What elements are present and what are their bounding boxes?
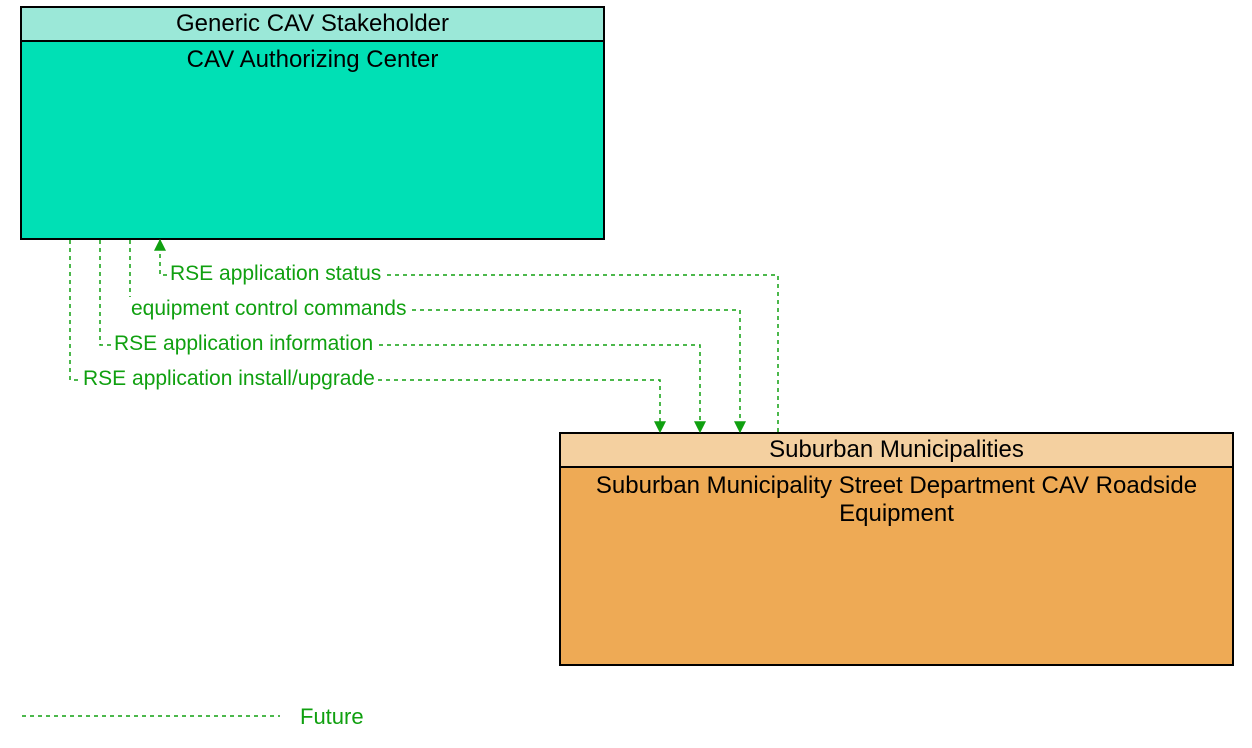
node-top-header: Generic CAV Stakeholder [20, 6, 605, 42]
flow-label-equipment-control: equipment control commands [128, 297, 409, 321]
node-cav-authorizing-center: Generic CAV Stakeholder CAV Authorizing … [20, 6, 605, 240]
flow-label-rse-status: RSE application status [167, 262, 384, 286]
flow-label-rse-info: RSE application information [111, 332, 376, 356]
node-suburban-equipment: Suburban Municipalities Suburban Municip… [559, 432, 1234, 666]
node-bottom-body: Suburban Municipality Street Department … [559, 468, 1234, 666]
node-bottom-header: Suburban Municipalities [559, 432, 1234, 468]
legend-future-label: Future [300, 704, 364, 730]
flow-label-rse-install: RSE application install/upgrade [80, 367, 378, 391]
node-top-body: CAV Authorizing Center [20, 42, 605, 240]
